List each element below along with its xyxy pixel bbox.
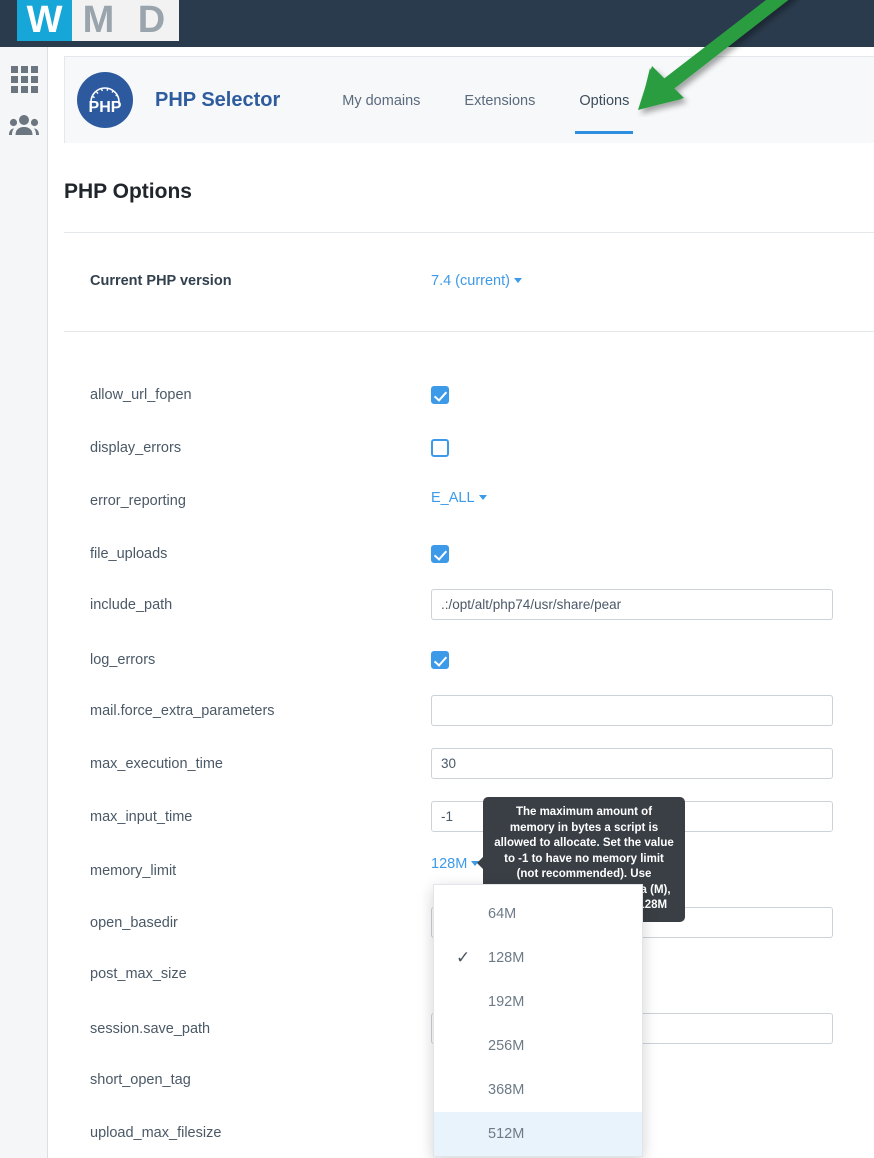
option-row-display-errors: display_errors (0, 427, 874, 480)
max-execution-time-input[interactable] (431, 748, 833, 779)
dropdown-item-label: 256M (488, 1038, 525, 1054)
check-icon: ✓ (456, 948, 471, 967)
option-label: error_reporting (90, 493, 186, 509)
page-title: PHP Options (64, 180, 192, 203)
dropdown-item-192m[interactable]: 192M (434, 980, 642, 1024)
option-label: memory_limit (90, 863, 177, 879)
option-label: session.save_path (90, 1021, 211, 1037)
dropdown-item-64m[interactable]: 64M (434, 892, 642, 936)
option-label: file_uploads (90, 546, 168, 562)
php-version-dropdown[interactable]: 7.4 (current) (431, 273, 522, 289)
left-sidebar (0, 47, 48, 1158)
file-uploads-checkbox[interactable] (431, 545, 449, 563)
option-label: open_basedir (90, 915, 178, 931)
dropdown-item-label: 128M (488, 950, 525, 966)
app-header: PHP PHP Selector My domains Extensions O… (64, 56, 874, 143)
tab-my-domains[interactable]: My domains (320, 93, 442, 144)
php-logo-text: PHP (88, 99, 122, 116)
allow-url-fopen-checkbox[interactable] (431, 386, 449, 404)
sidebar-item-users[interactable] (0, 103, 48, 151)
php-version-value: 7.4 (current) (431, 273, 510, 289)
dropdown-item-128m[interactable]: ✓ 128M (434, 936, 642, 980)
include-path-input[interactable] (431, 589, 833, 620)
top-bar: W M D (0, 0, 874, 47)
dropdown-item-368m[interactable]: 368M (434, 1068, 642, 1112)
dropdown-item-label: 512M (488, 1126, 525, 1142)
option-label: mail.force_extra_parameters (90, 703, 275, 719)
dropdown-item-label: 64M (488, 906, 517, 922)
log-errors-checkbox[interactable] (431, 651, 449, 669)
tab-options[interactable]: Options (557, 93, 651, 144)
caret-down-icon (513, 278, 522, 283)
option-label: max_input_time (90, 809, 193, 825)
app-screen: W M D PHP PHP Selector My domains Extens… (0, 0, 874, 1158)
display-errors-checkbox[interactable] (431, 439, 449, 457)
divider-bottom (64, 331, 874, 332)
option-label: allow_url_fopen (90, 387, 192, 403)
tab-extensions[interactable]: Extensions (442, 93, 557, 144)
dropdown-item-label: 368M (488, 1082, 525, 1098)
option-row-mail-force-extra-parameters: mail.force_extra_parameters (0, 686, 874, 739)
dropdown-item-512m[interactable]: 512M (434, 1112, 642, 1156)
nav-tabs: My domains Extensions Options (320, 57, 651, 144)
wmd-logo[interactable]: W M D (17, 0, 179, 41)
app-title: PHP Selector (155, 88, 281, 111)
grid-icon (10, 65, 38, 93)
option-label: post_max_size (90, 966, 187, 982)
dropdown-item-256m[interactable]: 256M (434, 1024, 642, 1068)
option-label: short_open_tag (90, 1072, 191, 1088)
dropdown-item-label: 192M (488, 994, 525, 1010)
memory-limit-dropdown-toggle[interactable]: 128M (431, 856, 480, 872)
option-label: upload_max_filesize (90, 1125, 222, 1141)
logo-letter-m: M (82, 0, 115, 41)
option-row-include-path: include_path (0, 580, 874, 633)
divider-top (64, 232, 874, 233)
option-row-max-execution-time: max_execution_time (0, 739, 874, 792)
memory-limit-dropdown-menu: 64M ✓ 128M 192M 256M 368M 512M (433, 884, 643, 1157)
logo-letter-w: W (17, 0, 72, 41)
mail-force-extra-parameters-input[interactable] (431, 695, 833, 726)
users-icon (9, 114, 39, 141)
logo-letter-d: D (137, 0, 166, 41)
option-label: max_execution_time (90, 756, 223, 772)
php-logo-icon: PHP (77, 72, 133, 128)
option-row-max-input-time: max_input_time (0, 792, 874, 845)
error-reporting-dropdown[interactable]: E_ALL (431, 490, 487, 506)
option-label: display_errors (90, 440, 182, 456)
current-php-version-label: Current PHP version (90, 273, 232, 289)
option-row-allow-url-fopen: allow_url_fopen (0, 374, 874, 427)
error-reporting-value: E_ALL (431, 490, 475, 506)
sidebar-item-apps[interactable] (0, 55, 48, 103)
option-row-file-uploads: file_uploads (0, 533, 874, 586)
memory-limit-value: 128M (431, 856, 468, 872)
caret-down-icon (478, 495, 487, 500)
option-row-error-reporting: error_reporting E_ALL (0, 480, 874, 533)
option-row-log-errors: log_errors (0, 639, 874, 692)
option-label: log_errors (90, 652, 156, 668)
option-label: include_path (90, 597, 173, 613)
